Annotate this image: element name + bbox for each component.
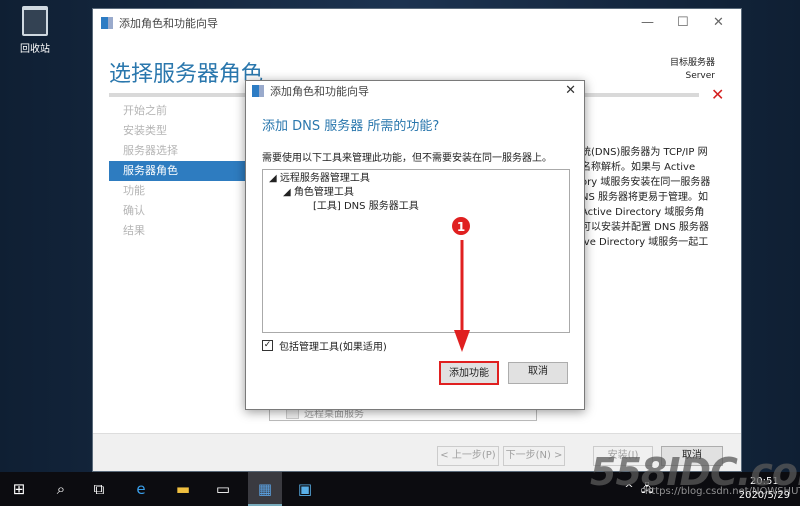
- tree-node[interactable]: [工具] DNS 服务器工具: [269, 200, 569, 214]
- recycle-bin[interactable]: 回收站: [10, 6, 60, 55]
- desc-line: ive Directory 域服务一起工: [581, 237, 709, 248]
- search-icon[interactable]: ⌕: [50, 478, 72, 500]
- wizard-title: 添加角色和功能向导: [119, 17, 218, 30]
- dialog-text: 需要使用以下工具来管理此功能，但不需要安装在同一服务器上。: [262, 153, 552, 164]
- wizard-nav: 开始之前 安装类型 服务器选择 服务器角色 功能 确认 结果: [109, 101, 246, 241]
- tree-label: 远程服务器管理工具: [279, 173, 370, 184]
- desc-line: NS 服务器将更易于管理。如: [581, 192, 709, 203]
- include-tools-checkbox[interactable]: ✓ 包括管理工具(如果适用): [262, 338, 387, 353]
- server-manager-icon[interactable]: ▦: [248, 472, 282, 506]
- add-features-dialog: 添加角色和功能向导 ✕ 添加 DNS 服务器 所需的功能? 需要使用以下工具来管…: [245, 80, 585, 410]
- watermark-url: https://blog.csdn.net/NOWSHUT: [645, 486, 800, 497]
- role-description: 统(DNS)服务器为 TCP/IP 网 名称解析。如果与 Active ory …: [581, 145, 731, 250]
- expand-icon[interactable]: ◢: [269, 173, 280, 184]
- desc-line: Active Directory 域服务角: [581, 207, 705, 218]
- dialog-titlebar: 添加角色和功能向导: [246, 81, 584, 101]
- remote-desktop-icon[interactable]: ▣: [294, 478, 316, 500]
- next-button[interactable]: 下一步(N) >: [503, 446, 565, 466]
- nav-item[interactable]: 结果: [109, 221, 246, 241]
- checkmark-icon: ✓: [262, 340, 273, 351]
- nav-item[interactable]: 开始之前: [109, 101, 246, 121]
- tree-node[interactable]: ◢ 远程服务器管理工具: [269, 172, 569, 186]
- dialog-cancel-button[interactable]: 取消: [508, 362, 568, 384]
- desc-line: 名称解析。如果与 Active: [581, 162, 696, 173]
- app-icon: [252, 85, 264, 97]
- add-features-button[interactable]: 添加功能: [439, 361, 499, 385]
- tree-label: 角色管理工具: [293, 187, 354, 198]
- prev-button[interactable]: < 上一步(P): [437, 446, 499, 466]
- feature-tree: ◢ 远程服务器管理工具 ◢ 角色管理工具 [工具] DNS 服务器工具: [262, 169, 570, 333]
- start-windows-icon[interactable]: ⊞: [8, 478, 30, 500]
- page-title: 选择服务器角色: [109, 62, 264, 87]
- file-explorer-icon[interactable]: ▬: [172, 478, 194, 500]
- error-icon: ✕: [711, 85, 725, 104]
- command-prompt-icon[interactable]: ▭: [212, 478, 234, 500]
- step-badge: 1: [451, 216, 471, 236]
- annotation-arrow: [454, 240, 470, 352]
- desc-line: 可以安装并配置 DNS 服务器: [581, 222, 709, 233]
- nav-item[interactable]: 功能: [109, 181, 246, 201]
- dialog-heading: 添加 DNS 服务器 所需的功能?: [262, 119, 440, 134]
- dialog-close-button[interactable]: ✕: [565, 83, 576, 98]
- task-view-icon[interactable]: ⧉: [88, 478, 110, 500]
- nav-item-selected[interactable]: 服务器角色: [109, 161, 246, 181]
- target-label: 目标服务器: [669, 58, 715, 68]
- app-icon: [101, 17, 113, 29]
- target-server: 目标服务器 Server: [670, 57, 715, 83]
- tree-node[interactable]: ◢ 角色管理工具: [269, 186, 569, 200]
- expand-icon[interactable]: ◢: [283, 187, 294, 198]
- target-value: Server: [685, 71, 715, 81]
- internet-explorer-icon[interactable]: e: [130, 478, 152, 500]
- close-button[interactable]: ✕: [713, 15, 724, 30]
- desc-line: ory 域服务安装在同一服务器: [581, 177, 711, 188]
- nav-item[interactable]: 安装类型: [109, 121, 246, 141]
- dialog-title: 添加角色和功能向导: [270, 85, 369, 98]
- minimize-button[interactable]: —: [641, 15, 654, 30]
- recycle-bin-icon: [22, 6, 48, 36]
- nav-item[interactable]: 确认: [109, 201, 246, 221]
- maximize-button[interactable]: ☐: [677, 15, 689, 30]
- nav-item[interactable]: 服务器选择: [109, 141, 246, 161]
- recycle-bin-label: 回收站: [20, 44, 50, 55]
- desc-line: 统(DNS)服务器为 TCP/IP 网: [581, 147, 708, 158]
- checkbox-label: 包括管理工具(如果适用): [279, 342, 387, 353]
